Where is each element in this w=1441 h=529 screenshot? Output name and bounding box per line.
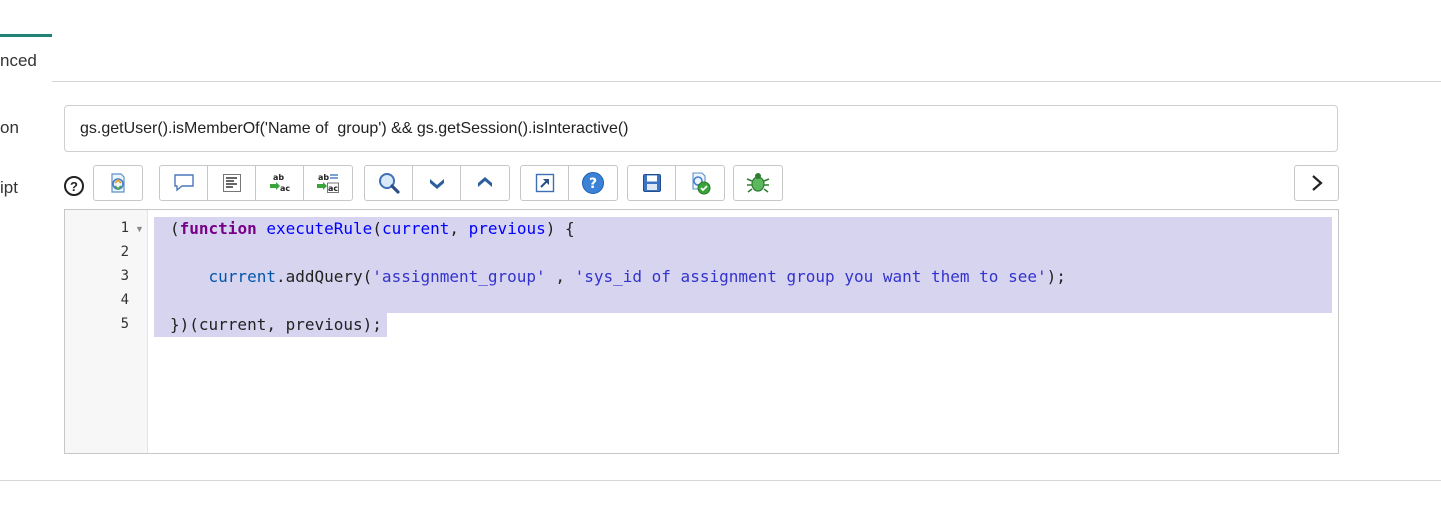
toolbar-group-save [627, 165, 725, 201]
script-include-icon [111, 173, 125, 193]
toolbar-group-search [364, 165, 510, 201]
search-button[interactable] [365, 166, 413, 200]
search-next-button[interactable] [413, 166, 461, 200]
search-icon [378, 173, 400, 194]
svg-text:ab: ab [318, 173, 329, 182]
svg-text:ac: ac [328, 184, 338, 193]
save-icon [642, 174, 661, 192]
condition-label: on [0, 118, 19, 137]
toolbar-group-script-include [93, 165, 143, 201]
line-number: 1 [120, 220, 129, 236]
script-label: ipt [0, 178, 18, 197]
save-button[interactable] [628, 166, 676, 200]
section-divider [0, 480, 1441, 481]
replace-all-icon: ab ac [317, 173, 339, 193]
svg-text:ac: ac [280, 184, 290, 193]
help-icon: ? [582, 172, 604, 194]
chevron-right-icon [1311, 175, 1323, 191]
debug-icon [746, 173, 770, 193]
line-number-gutter: 1 ▼ 2 3 4 5 [65, 210, 148, 453]
code-token: , [545, 267, 575, 286]
tab-divider [52, 81, 1441, 82]
code-line-1: (function executeRule(current, previous)… [170, 219, 575, 238]
check-syntax-button[interactable] [676, 166, 724, 200]
svg-text:?: ? [589, 176, 597, 192]
svg-text:ab: ab [273, 173, 284, 182]
comment-button[interactable] [160, 166, 208, 200]
fullscreen-icon [535, 173, 554, 193]
format-icon [222, 174, 241, 192]
check-syntax-icon [692, 172, 711, 195]
fold-arrow-icon[interactable]: ▼ [135, 224, 144, 234]
toolbar-group-debug [733, 165, 783, 201]
code-token: ) { [545, 219, 575, 238]
fullscreen-button[interactable] [521, 166, 569, 200]
condition-input[interactable] [64, 105, 1338, 152]
line-number: 3 [120, 268, 129, 284]
code-function-name: executeRule [266, 219, 373, 238]
expand-editor-button[interactable] [1294, 165, 1339, 201]
code-token: ( [170, 219, 180, 238]
previous-icon [478, 177, 492, 187]
replace-all-button[interactable]: ab ac [304, 166, 352, 200]
line-number: 5 [120, 316, 129, 332]
script-editor[interactable]: 1 ▼ 2 3 4 5 (function executeRule(curren… [64, 209, 1339, 454]
active-tab-indicator [0, 34, 52, 37]
script-help-icon[interactable]: ? [64, 176, 84, 196]
code-variable: current [208, 267, 276, 286]
toolbar-group-view: ? [520, 165, 618, 201]
toolbar-group-edit: ab ac ab ac [159, 165, 353, 201]
replace-icon: ab ac [269, 173, 290, 193]
code-token: .addQuery( [275, 267, 373, 286]
next-icon [429, 179, 444, 189]
replace-button[interactable]: ab ac [256, 166, 304, 200]
code-token: ( [372, 219, 382, 238]
code-string: 'assignment_group' [372, 267, 546, 286]
search-previous-button[interactable] [461, 166, 509, 200]
tab-advanced[interactable]: nced [0, 51, 37, 71]
code-param: previous [468, 219, 546, 238]
code-keyword: function [179, 219, 257, 238]
script-include-button[interactable] [94, 166, 142, 200]
code-line-3: current.addQuery('assignment_group' , 's… [170, 267, 1066, 286]
code-line-5: })(current, previous); [170, 315, 382, 334]
code-param: current [381, 219, 450, 238]
line-number: 2 [120, 244, 129, 260]
code-string: 'sys_id of assignment group you want the… [574, 267, 1047, 286]
debug-button[interactable] [734, 166, 782, 200]
code-token: ); [1046, 267, 1066, 286]
format-button[interactable] [208, 166, 256, 200]
line-number: 4 [120, 292, 129, 308]
help-button[interactable]: ? [569, 166, 617, 200]
comment-icon [173, 174, 194, 192]
code-token: , [449, 219, 469, 238]
